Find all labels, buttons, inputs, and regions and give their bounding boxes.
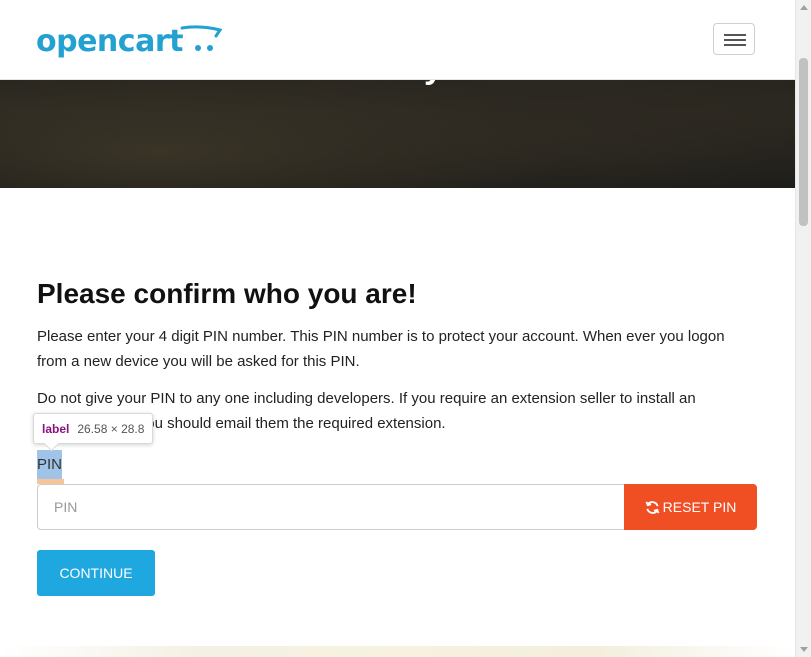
hamburger-icon-bar: [724, 39, 746, 41]
pin-label: PIN: [37, 450, 63, 479]
tooltip-tag: label: [42, 421, 70, 436]
intro-paragraph: Please enter your 4 digit PIN number. Th…: [37, 328, 725, 370]
page: PIN Security Check opencart Please confi…: [0, 0, 811, 657]
pin-input[interactable]: [37, 484, 624, 530]
reset-pin-label: RESET PIN: [662, 499, 737, 515]
devtools-inspect-tooltip: label 26.58 × 28.8: [33, 413, 154, 452]
main-content: Please confirm who you are! Please enter…: [37, 270, 757, 436]
scrollbar-thumb[interactable]: [799, 58, 808, 226]
hamburger-icon-bar: [724, 44, 746, 46]
scroll-up-icon[interactable]: [800, 5, 808, 10]
cart-icon: [180, 25, 222, 51]
continue-button[interactable]: CONTINUE: [37, 550, 155, 596]
logo-text: opencart: [36, 24, 183, 59]
navbar: opencart: [0, 0, 795, 80]
tooltip-arrow: [43, 435, 60, 452]
tooltip-dimensions: 26.58 × 28.8: [77, 421, 145, 436]
menu-toggle-button[interactable]: [713, 23, 755, 55]
footer-banner-edge: [0, 646, 795, 657]
hamburger-icon: [724, 34, 746, 36]
page-heading: Please confirm who you are!: [37, 278, 417, 309]
refresh-icon: [645, 500, 660, 514]
opencart-logo[interactable]: opencart: [36, 18, 222, 62]
reset-pin-button[interactable]: RESET PIN: [624, 484, 757, 530]
scroll-down-icon[interactable]: [800, 647, 808, 652]
vertical-scrollbar[interactable]: [795, 0, 811, 657]
pin-input-group: RESET PIN: [37, 484, 757, 530]
